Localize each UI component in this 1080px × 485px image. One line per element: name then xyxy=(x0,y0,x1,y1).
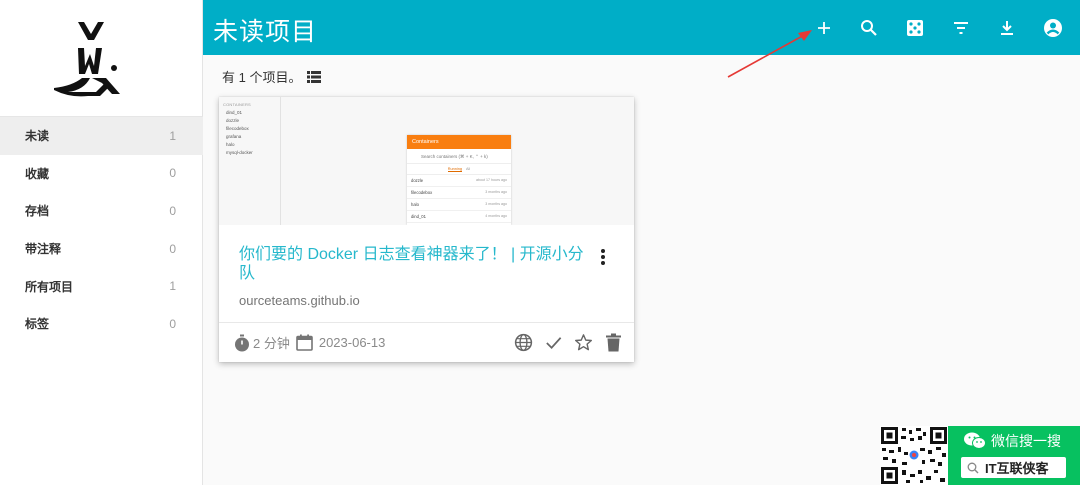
trash-icon xyxy=(605,333,621,351)
thumbnail-row-time: 3 months ago xyxy=(485,202,507,206)
thumbnail-row: filecodebox 3 months ago xyxy=(407,187,511,199)
article-domain[interactable]: ourceteams.github.io xyxy=(239,293,360,308)
account-button[interactable] xyxy=(1041,16,1065,40)
thumbnail-row: dozzle about 17 hours ago xyxy=(407,175,511,187)
timer-icon xyxy=(235,334,249,351)
thumbnail-row-name: filecodebox xyxy=(411,190,433,195)
export-button[interactable] xyxy=(995,16,1019,40)
sidebar-item-unread[interactable]: 未读 1 xyxy=(0,117,203,155)
thumbnail-row-name: dozzle xyxy=(411,178,424,183)
sidebar-item-label: 存档 xyxy=(25,204,50,219)
sidebar-item-archive[interactable]: 存档 0 xyxy=(0,192,203,230)
article-card[interactable]: CONTAINERS dind_01 dozzle filecodebox gr… xyxy=(219,97,634,362)
top-app-bar: 未读项目 xyxy=(203,0,1080,55)
thumbnail-search: Search containers (⌘ + K, ⌃ + k) xyxy=(407,149,511,164)
thumbnail-row-time: 3 months ago xyxy=(485,190,507,194)
thumbnail-sidebar-item: filecodebox xyxy=(226,126,249,131)
search-icon xyxy=(861,20,877,36)
article-thumbnail[interactable]: CONTAINERS dind_01 dozzle filecodebox gr… xyxy=(219,97,634,225)
thumbnail-tabs: Running All xyxy=(407,164,511,175)
thumbnail-dialog: Containers Search containers (⌘ + K, ⌃ +… xyxy=(407,135,511,225)
calendar-icon xyxy=(296,334,313,351)
mark-read-button[interactable] xyxy=(542,331,564,353)
page-title: 未读项目 xyxy=(213,18,318,46)
red-arrow-annotation xyxy=(727,30,812,78)
filter-icon xyxy=(954,22,968,34)
sidebar: 未读 1 收藏 0 存档 0 带注释 0 所有项目 1 标签 0 xyxy=(0,0,203,485)
thumbnail-row-name: halo xyxy=(411,202,419,207)
sidebar-item-count: 0 xyxy=(169,241,176,256)
more-menu-button[interactable] xyxy=(597,247,609,267)
thumbnail-sidebar: CONTAINERS dind_01 dozzle filecodebox gr… xyxy=(219,97,281,225)
qr-code xyxy=(880,426,948,485)
thumbnail-row-time: about 17 hours ago xyxy=(476,178,507,182)
thumbnail-tab-running: Running xyxy=(447,167,462,172)
thumbnail-tab-all: All xyxy=(465,167,471,171)
account-icon xyxy=(1044,19,1062,37)
star-button[interactable] xyxy=(572,331,594,353)
article-date: 2023-06-13 xyxy=(318,335,386,350)
card-divider xyxy=(219,322,634,323)
card-actions xyxy=(512,331,624,353)
sidebar-item-count: 1 xyxy=(169,128,176,143)
sidebar-item-tags[interactable]: 标签 0 xyxy=(0,305,203,343)
sidebar-item-count: 0 xyxy=(169,203,176,218)
article-meta: 2 分钟 2023-06-13 xyxy=(233,333,385,352)
search-icon xyxy=(967,462,979,473)
wechat-search-label: 微信搜一搜 xyxy=(991,433,1061,449)
app: 未读 1 收藏 0 存档 0 带注释 0 所有项目 1 标签 0 未读项目 有 … xyxy=(0,0,1080,485)
list-view-icon[interactable] xyxy=(307,70,322,83)
sidebar-item-starred[interactable]: 收藏 0 xyxy=(0,155,203,193)
dice-icon xyxy=(907,20,923,36)
reading-time: 2 分钟 xyxy=(253,336,290,351)
wechat-search-title: 微信搜一搜 xyxy=(964,431,1061,451)
more-vert-icon xyxy=(601,249,605,265)
thumbnail-sidebar-title: CONTAINERS xyxy=(223,102,251,107)
wechat-search-box: IT互联侠客 xyxy=(961,457,1066,478)
thumbnail-row: halo 3 months ago xyxy=(407,199,511,211)
article-title-link[interactable]: 你们要的 Docker 日志查看神器来了！ | 开源小分队 xyxy=(239,245,599,283)
sidebar-item-count: 0 xyxy=(169,166,176,181)
filter-button[interactable] xyxy=(949,16,973,40)
sidebar-item-label: 未读 xyxy=(25,129,50,144)
thumbnail-sidebar-item: grafana xyxy=(226,134,242,139)
sidebar-item-all[interactable]: 所有项目 1 xyxy=(0,267,203,305)
thumbnail-row: dind_01 4 months ago xyxy=(407,211,511,223)
thumbnail-sidebar-item: dind_01 xyxy=(226,110,243,115)
wechat-icon xyxy=(964,432,986,449)
wallabag-logo xyxy=(54,22,120,97)
sidebar-item-label: 带注释 xyxy=(25,242,62,257)
sidebar-item-count: 0 xyxy=(169,316,176,331)
sidebar-item-label: 标签 xyxy=(25,317,50,332)
items-count: 有 1 个项目。 xyxy=(222,67,322,86)
globe-icon xyxy=(514,333,532,351)
wechat-search-banner: 微信搜一搜 IT互联侠客 xyxy=(948,426,1080,485)
items-count-text: 有 1 个项目。 xyxy=(222,70,302,85)
sidebar-item-count: 1 xyxy=(169,279,176,294)
thumbnail-sidebar-item: mysql-docker xyxy=(226,150,253,155)
wechat-search-text: IT互联侠客 xyxy=(985,461,1049,476)
sidebar-item-label: 所有项目 xyxy=(25,279,74,294)
delete-button[interactable] xyxy=(602,331,624,353)
random-button[interactable] xyxy=(903,16,927,40)
thumbnail-sidebar-item: dozzle xyxy=(226,118,240,123)
thumbnail-sidebar-item: halo xyxy=(226,142,235,147)
thumbnail-row-name: dind_01 xyxy=(411,214,426,219)
check-icon xyxy=(545,336,561,349)
sidebar-item-annotated[interactable]: 带注释 0 xyxy=(0,230,203,268)
search-button[interactable] xyxy=(857,16,881,40)
sidebar-nav: 未读 1 收藏 0 存档 0 带注释 0 所有项目 1 标签 0 xyxy=(0,116,203,343)
download-icon xyxy=(1001,21,1013,35)
thumbnail-row-time: 4 months ago xyxy=(485,214,507,218)
view-original-button[interactable] xyxy=(512,331,534,353)
star-icon xyxy=(574,333,592,350)
sidebar-item-label: 收藏 xyxy=(25,166,50,181)
thumbnail-dialog-title: Containers xyxy=(407,135,511,149)
